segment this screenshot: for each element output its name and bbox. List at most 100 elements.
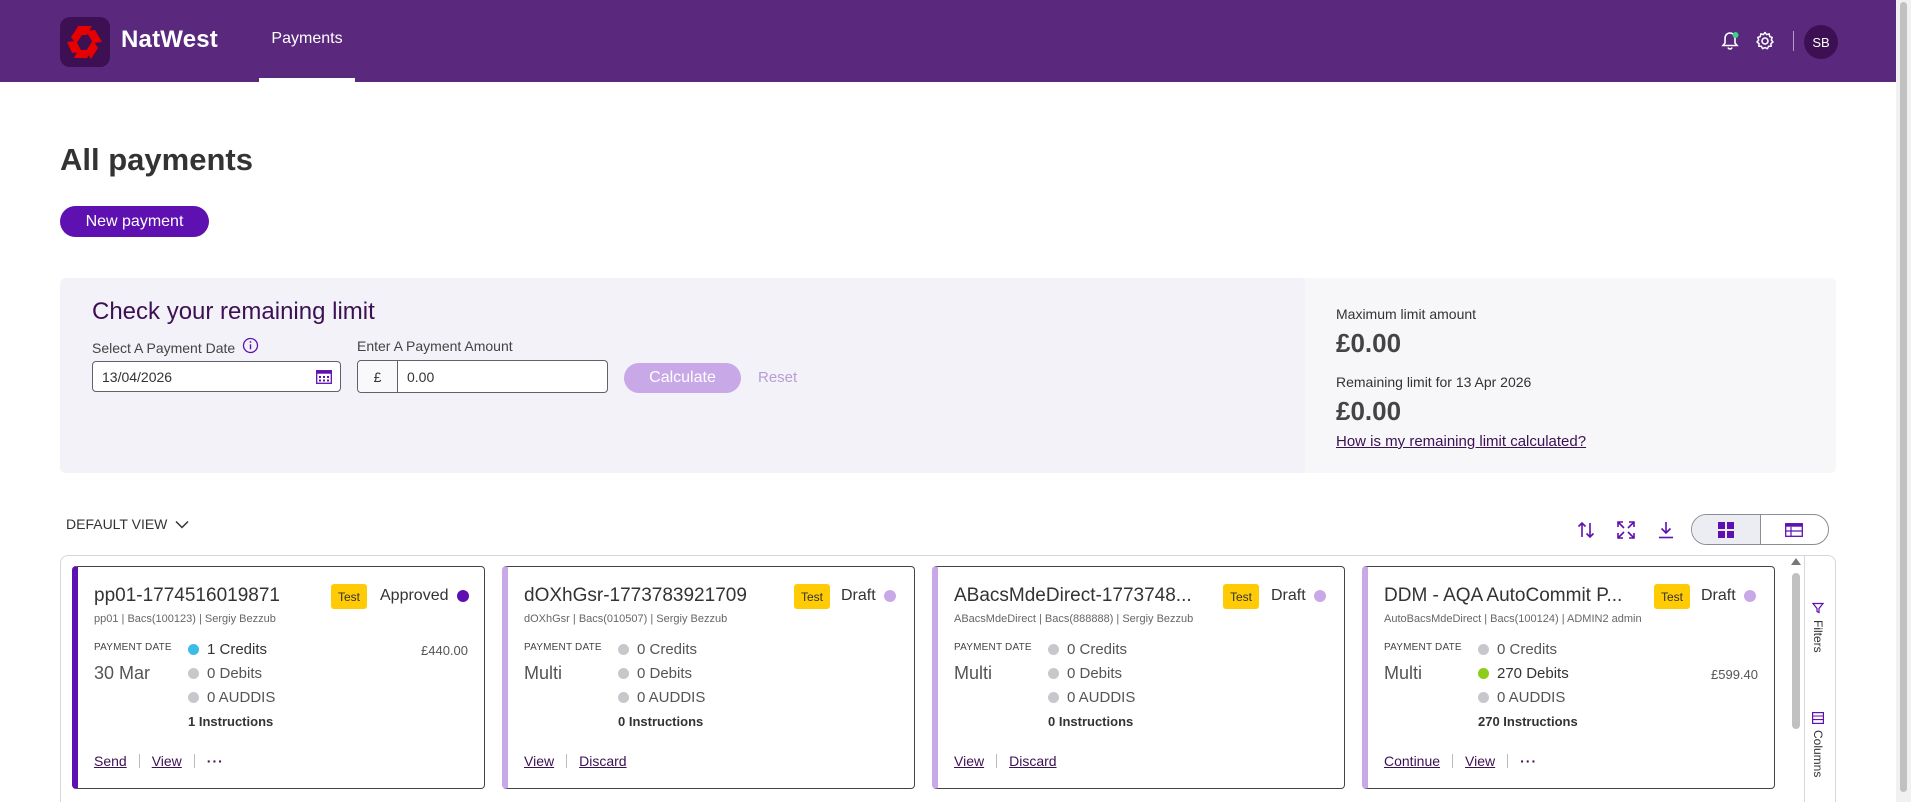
cards-scrollbar-thumb[interactable] bbox=[1792, 573, 1800, 729]
payment-date-field[interactable]: 13/04/2026 bbox=[92, 361, 341, 392]
view-selector[interactable]: DEFAULT VIEW bbox=[66, 516, 189, 532]
status-dot-icon bbox=[1313, 590, 1326, 602]
status-dot-icon bbox=[456, 590, 469, 602]
auddis-dot-icon bbox=[1048, 692, 1059, 703]
payment-card-subtitle: pp01 | Bacs(100123) | Sergiy Bezzub bbox=[94, 613, 276, 625]
info-icon[interactable] bbox=[242, 337, 259, 359]
auddis-count: 0 AUDDIS bbox=[637, 689, 706, 706]
view-link[interactable]: View bbox=[954, 753, 984, 769]
limit-help-link[interactable]: How is my remaining limit calculated? bbox=[1336, 433, 1586, 450]
download-icon[interactable] bbox=[1655, 519, 1677, 541]
top-header: NatWest Payments SB bbox=[0, 0, 1896, 82]
nav-tab-payments[interactable]: Payments bbox=[259, 0, 355, 82]
payment-card-title[interactable]: DDM - AQA AutoCommit P... bbox=[1384, 585, 1639, 607]
status-dot-icon bbox=[1743, 590, 1756, 602]
instructions-count: 1 Instructions bbox=[188, 714, 274, 729]
view-link[interactable]: View bbox=[1465, 753, 1495, 769]
auddis-count: 0 AUDDIS bbox=[1497, 689, 1566, 706]
payment-card[interactable]: dOXhGsr-1773783921709 Test Draft dOXhGsr… bbox=[502, 566, 915, 789]
page-scrollbar-thumb[interactable] bbox=[1900, 2, 1907, 792]
credits-count: 0 Credits bbox=[1497, 641, 1558, 658]
table-view-button[interactable] bbox=[1761, 515, 1829, 544]
discard-link[interactable]: Discard bbox=[1009, 753, 1056, 769]
user-avatar[interactable]: SB bbox=[1804, 25, 1838, 59]
maximum-limit-value: £0.00 bbox=[1336, 328, 1402, 358]
status-badge: Draft bbox=[1701, 587, 1756, 605]
debit-dot-icon bbox=[618, 668, 629, 679]
notifications-bell-icon[interactable] bbox=[1718, 29, 1742, 53]
table-icon bbox=[1785, 522, 1804, 537]
natwest-logo-icon bbox=[67, 26, 102, 59]
instructions-count: 0 Instructions bbox=[1048, 714, 1134, 729]
grid-view-button[interactable] bbox=[1692, 515, 1761, 544]
grid-icon bbox=[1717, 521, 1734, 538]
debits-stat: 270 Debits bbox=[1478, 665, 1569, 682]
natwest-logo[interactable] bbox=[60, 17, 110, 67]
cards-scrollbar[interactable] bbox=[1790, 557, 1802, 802]
payment-card-title[interactable]: dOXhGsr-1773783921709 bbox=[524, 585, 754, 607]
credits-stat: 0 Credits bbox=[1048, 641, 1127, 658]
scroll-up-arrow-icon[interactable] bbox=[1791, 558, 1801, 565]
payment-date-value: 13/04/2026 bbox=[102, 368, 173, 385]
payment-card[interactable]: pp01-1774516019871 Test Approved pp01 | … bbox=[72, 566, 485, 789]
remaining-limit-value: £0.00 bbox=[1336, 396, 1402, 426]
payment-amount-label: Enter A Payment Amount bbox=[357, 338, 513, 354]
card-actions: View Discard bbox=[954, 753, 1057, 769]
more-options-icon[interactable]: ··· bbox=[1520, 753, 1537, 769]
credits-stat: 0 Credits bbox=[618, 641, 697, 658]
view-link[interactable]: View bbox=[152, 753, 182, 769]
sort-icon[interactable] bbox=[1575, 519, 1597, 541]
status-text: Approved bbox=[380, 587, 449, 604]
status-badge: Approved bbox=[380, 587, 469, 605]
payment-date-label: Select A Payment Date bbox=[92, 340, 236, 356]
payment-card[interactable]: ABacsMdeDirect-1773748... Test Draft ABa… bbox=[932, 566, 1345, 789]
instructions-count: 0 Instructions bbox=[618, 714, 704, 729]
status-text: Draft bbox=[1271, 587, 1306, 604]
more-options-icon[interactable]: ··· bbox=[207, 753, 224, 769]
continue-link[interactable]: Continue bbox=[1384, 753, 1440, 769]
currency-prefix: £ bbox=[358, 361, 398, 392]
calculate-button[interactable]: Calculate bbox=[624, 363, 741, 393]
view-link[interactable]: View bbox=[524, 753, 554, 769]
settings-gear-icon[interactable] bbox=[1753, 29, 1777, 53]
debits-stat: 0 Debits bbox=[188, 665, 262, 682]
payment-date-heading: PAYMENT DATE bbox=[94, 642, 172, 653]
payment-card-title[interactable]: ABacsMdeDirect-1773748... bbox=[954, 585, 1209, 607]
calendar-icon[interactable] bbox=[316, 370, 332, 387]
payment-card-title[interactable]: pp01-1774516019871 bbox=[94, 585, 314, 607]
maximum-limit-label: Maximum limit amount bbox=[1336, 306, 1477, 322]
debits-stat: 0 Debits bbox=[1048, 665, 1122, 682]
card-actions: View Discard bbox=[524, 753, 627, 769]
card-actions: Send View ··· bbox=[94, 753, 224, 769]
header-divider bbox=[1793, 31, 1794, 51]
action-separator bbox=[1507, 754, 1509, 768]
side-panel: Filters Columns bbox=[1804, 556, 1836, 802]
payment-amount-input[interactable] bbox=[405, 368, 599, 386]
page-scrollbar[interactable] bbox=[1896, 0, 1911, 802]
credits-count: 0 Credits bbox=[1067, 641, 1128, 658]
auddis-stat: 0 AUDDIS bbox=[1048, 689, 1135, 706]
credits-stat: 0 Credits bbox=[1478, 641, 1557, 658]
expand-icon[interactable] bbox=[1615, 519, 1637, 541]
remaining-limit-label: Remaining limit for 13 Apr 2026 bbox=[1336, 374, 1532, 390]
chevron-down-icon bbox=[175, 520, 189, 529]
new-payment-button[interactable]: New payment bbox=[60, 206, 209, 237]
auddis-dot-icon bbox=[188, 692, 199, 703]
discard-link[interactable]: Discard bbox=[579, 753, 626, 769]
reset-link[interactable]: Reset bbox=[758, 369, 797, 386]
filter-funnel-icon bbox=[1812, 602, 1824, 614]
credit-dot-icon bbox=[188, 644, 199, 655]
view-toggle bbox=[1691, 514, 1829, 545]
payment-amount-field[interactable]: £ bbox=[357, 360, 608, 393]
view-selector-label: DEFAULT VIEW bbox=[66, 516, 168, 532]
payment-card[interactable]: DDM - AQA AutoCommit P... Test Draft Aut… bbox=[1362, 566, 1775, 789]
payment-date: 30 Mar bbox=[94, 663, 151, 683]
payment-card-subtitle: AutoBacsMdeDirect | Bacs(100124) | ADMIN… bbox=[1384, 613, 1642, 625]
columns-icon bbox=[1812, 712, 1824, 724]
status-text: Draft bbox=[1701, 587, 1736, 604]
filters-tab[interactable]: Filters bbox=[1811, 602, 1825, 653]
auddis-dot-icon bbox=[1478, 692, 1489, 703]
auddis-stat: 0 AUDDIS bbox=[1478, 689, 1565, 706]
columns-tab[interactable]: Columns bbox=[1811, 712, 1825, 777]
send-link[interactable]: Send bbox=[94, 753, 127, 769]
